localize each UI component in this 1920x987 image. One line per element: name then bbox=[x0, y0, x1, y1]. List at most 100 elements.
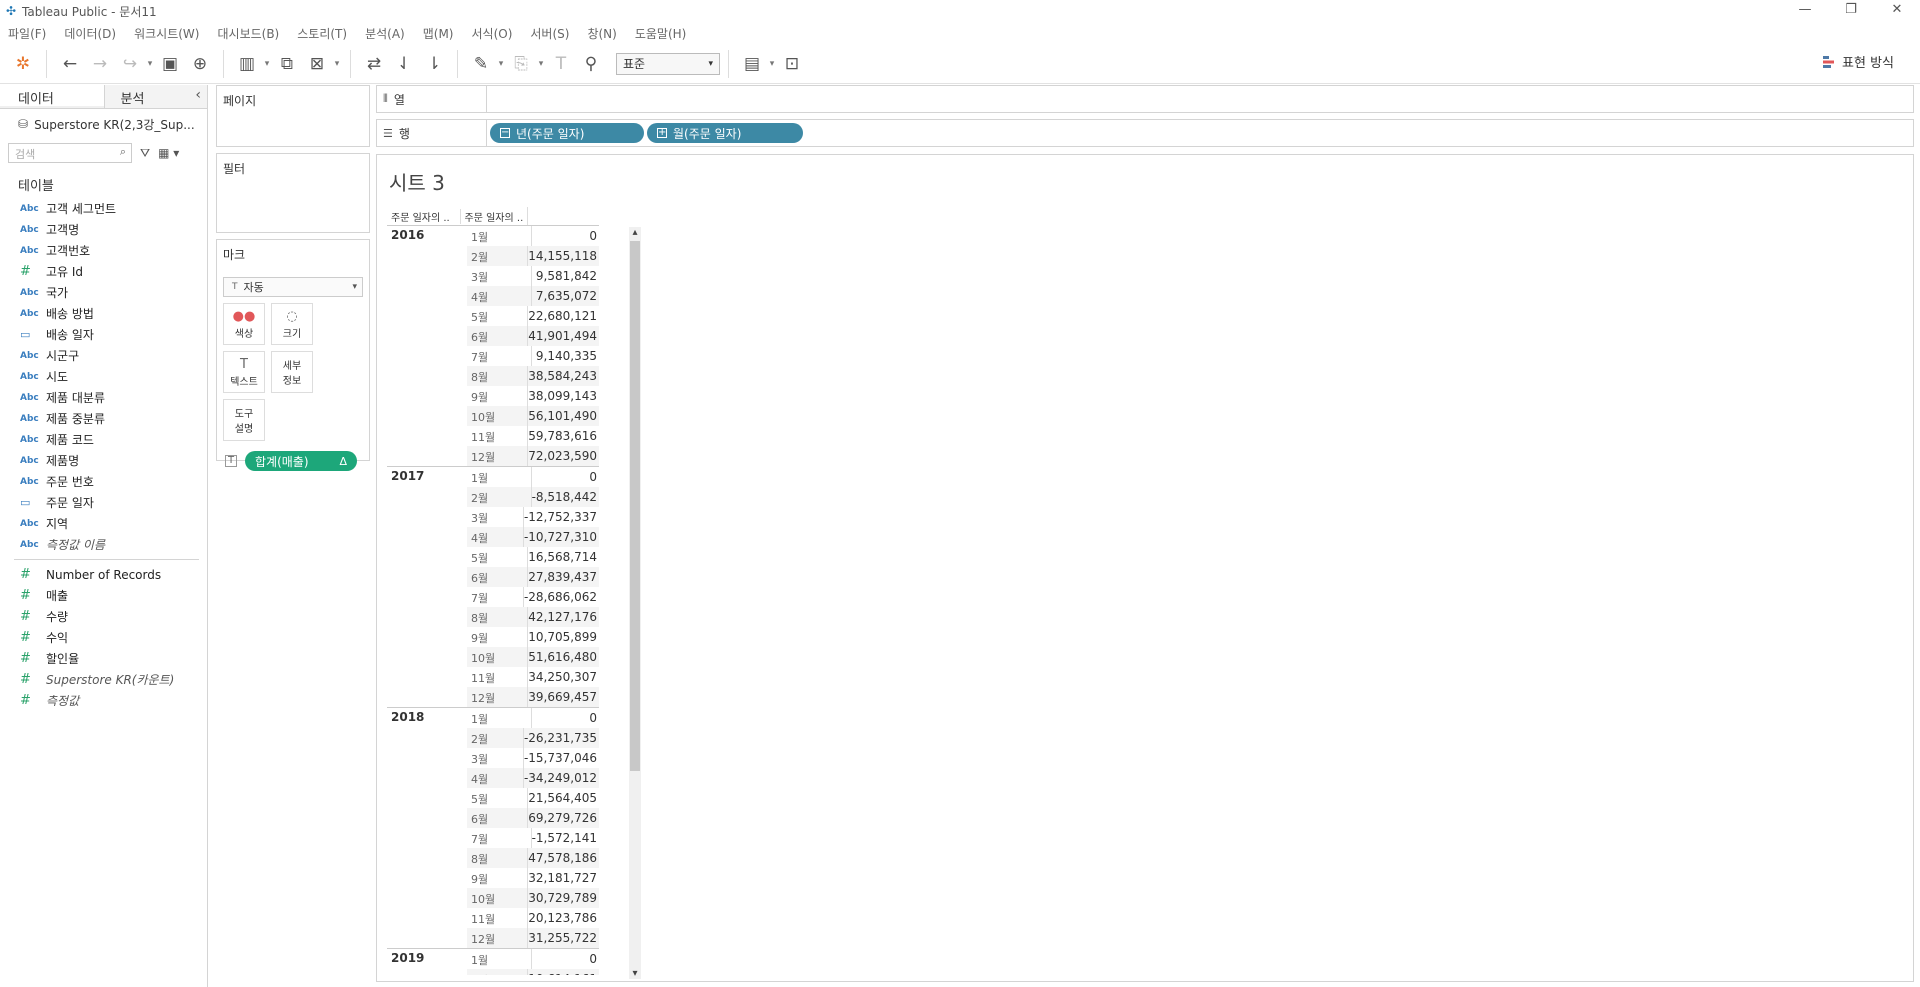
month-header[interactable]: 5월 bbox=[467, 547, 528, 567]
sales-diff-value[interactable]: 51,616,480 bbox=[527, 647, 599, 667]
table-row[interactable]: 10월 51,616,480 bbox=[467, 647, 599, 667]
table-row[interactable]: 5월 21,564,405 bbox=[467, 788, 599, 808]
table-row[interactable]: 12월 72,023,590 bbox=[467, 446, 599, 466]
month-header[interactable]: 2월 bbox=[467, 969, 528, 975]
table-row[interactable]: 5월 22,680,121 bbox=[467, 306, 599, 326]
sales-diff-value[interactable]: 32,181,727 bbox=[527, 868, 599, 888]
month-header[interactable]: 10월 bbox=[467, 406, 528, 426]
dimension-field[interactable]: Abc 고객번호 bbox=[0, 240, 207, 261]
table-row[interactable]: 3월 -12,752,337 bbox=[467, 507, 599, 527]
dimension-field[interactable]: Abc 국가 bbox=[0, 282, 207, 303]
highlight-icon[interactable]: ✎ bbox=[470, 50, 492, 78]
menu-server[interactable]: 서버(S) bbox=[530, 25, 569, 42]
year-column-header[interactable]: 주문 일자의 .. bbox=[387, 209, 460, 224]
table-row[interactable]: 2월 -8,518,442 bbox=[467, 487, 599, 507]
sales-diff-value[interactable]: 7,635,072 bbox=[530, 286, 599, 306]
tableau-start-icon[interactable]: ✲ bbox=[12, 50, 34, 78]
sales-diff-value[interactable]: 0 bbox=[530, 226, 599, 246]
mark-type-select[interactable]: T 자동 ▾ bbox=[223, 277, 363, 297]
month-header[interactable]: 11월 bbox=[467, 667, 528, 687]
swap-icon[interactable]: ⇄ bbox=[363, 50, 385, 78]
year-header[interactable]: 2017 bbox=[391, 469, 424, 483]
sales-diff-value[interactable]: 30,729,789 bbox=[527, 888, 599, 908]
table-row[interactable]: 7월 -1,572,141 bbox=[467, 828, 599, 848]
dimension-field[interactable]: Abc 배송 방법 bbox=[0, 303, 207, 324]
sales-diff-value[interactable]: 10,614,161 bbox=[527, 969, 599, 975]
sales-diff-value[interactable]: -26,231,735 bbox=[522, 728, 599, 748]
replay-dropdown-icon[interactable]: ▾ bbox=[146, 50, 154, 78]
month-header[interactable]: 2월 bbox=[467, 728, 523, 748]
sales-diff-value[interactable]: 10,705,899 bbox=[527, 627, 599, 647]
month-header[interactable]: 3월 bbox=[467, 266, 531, 286]
menu-window[interactable]: 창(N) bbox=[587, 25, 616, 42]
sales-diff-value[interactable]: -34,249,012 bbox=[522, 768, 599, 788]
table-row[interactable]: 9월 10,705,899 bbox=[467, 627, 599, 647]
sales-diff-value[interactable]: 0 bbox=[530, 708, 599, 728]
dimension-field[interactable]: Abc 제품명 bbox=[0, 450, 207, 471]
menu-help[interactable]: 도움말(H) bbox=[635, 25, 687, 42]
color-button[interactable]: ●● 색상 bbox=[223, 303, 265, 345]
group-dropdown-icon[interactable]: ▾ bbox=[537, 50, 545, 78]
sales-diff-value[interactable]: 59,783,616 bbox=[527, 426, 599, 446]
month-header[interactable]: 4월 bbox=[467, 527, 523, 547]
year-header[interactable]: 2018 bbox=[391, 710, 424, 724]
month-header[interactable]: 3월 bbox=[467, 507, 523, 527]
sales-diff-value[interactable]: 16,568,714 bbox=[527, 547, 599, 567]
month-header[interactable]: 1월 bbox=[467, 226, 531, 246]
month-header[interactable]: 9월 bbox=[467, 868, 528, 888]
new-worksheet-dropdown-icon[interactable]: ▾ bbox=[263, 50, 271, 78]
rows-shelf[interactable]: ☰ 행 − 년(주문 일자) + 월(주문 일자) bbox=[376, 119, 1914, 147]
labels-icon[interactable]: T bbox=[550, 50, 572, 78]
replay-icon[interactable]: ↪ bbox=[119, 50, 141, 78]
month-header[interactable]: 8월 bbox=[467, 366, 528, 386]
table-row[interactable]: 11월 20,123,786 bbox=[467, 908, 599, 928]
month-header[interactable]: 5월 bbox=[467, 306, 528, 326]
month-column-header[interactable]: 주문 일자의 .. bbox=[459, 208, 527, 224]
sales-diff-value[interactable]: -28,686,062 bbox=[522, 587, 599, 607]
datasource-item[interactable]: ⛁ Superstore KR(2,3강_Sup... bbox=[0, 109, 207, 139]
month-header[interactable]: 1월 bbox=[467, 708, 531, 728]
table-row[interactable]: 4월 -34,249,012 bbox=[467, 768, 599, 788]
scroll-up-icon[interactable]: ▴ bbox=[629, 227, 641, 238]
month-header[interactable]: 8월 bbox=[467, 607, 528, 627]
month-header[interactable]: 9월 bbox=[467, 386, 528, 406]
new-worksheet-icon[interactable]: ▥ bbox=[236, 50, 258, 78]
table-row[interactable]: 3월 9,581,842 bbox=[467, 266, 599, 286]
measure-field[interactable]: # Superstore KR(카운트) bbox=[0, 669, 207, 690]
close-button[interactable]: ✕ bbox=[1874, 0, 1920, 22]
size-button[interactable]: ◌ 크기 bbox=[271, 303, 313, 345]
measure-field[interactable]: # 수익 bbox=[0, 627, 207, 648]
month-header[interactable]: 9월 bbox=[467, 627, 528, 647]
table-row[interactable]: 7월 9,140,335 bbox=[467, 346, 599, 366]
menu-file[interactable]: 파일(F) bbox=[8, 25, 46, 42]
menu-story[interactable]: 스토리(T) bbox=[297, 25, 347, 42]
sales-diff-value[interactable]: 69,279,726 bbox=[527, 808, 599, 828]
table-row[interactable]: 12월 39,669,457 bbox=[467, 687, 599, 707]
table-row[interactable]: 4월 7,635,072 bbox=[467, 286, 599, 306]
year-header[interactable]: 2019 bbox=[391, 951, 424, 965]
table-row[interactable]: 10월 56,101,490 bbox=[467, 406, 599, 426]
menu-worksheet[interactable]: 워크시트(W) bbox=[134, 25, 199, 42]
table-row[interactable]: 2월 14,155,118 bbox=[467, 246, 599, 266]
table-row[interactable]: 3월 -15,737,046 bbox=[467, 748, 599, 768]
table-row[interactable]: 11월 59,783,616 bbox=[467, 426, 599, 446]
table-row[interactable]: 7월 -28,686,062 bbox=[467, 587, 599, 607]
sales-diff-value[interactable]: -15,737,046 bbox=[522, 748, 599, 768]
sales-diff-value[interactable]: 38,584,243 bbox=[527, 366, 599, 386]
save-icon[interactable]: ▣ bbox=[159, 50, 181, 78]
sales-diff-value[interactable]: 72,023,590 bbox=[527, 446, 599, 466]
sales-diff-value[interactable]: -8,518,442 bbox=[530, 487, 599, 507]
measure-field[interactable]: # 할인율 bbox=[0, 648, 207, 669]
tab-analytics[interactable]: 분석 bbox=[103, 85, 207, 108]
month-header[interactable]: 11월 bbox=[467, 426, 528, 446]
menu-data[interactable]: 데이터(D) bbox=[64, 25, 116, 42]
month-header[interactable]: 11월 bbox=[467, 908, 528, 928]
dimension-field[interactable]: Abc 제품 중분류 bbox=[0, 408, 207, 429]
month-header[interactable]: 1월 bbox=[467, 949, 531, 969]
sales-diff-value[interactable]: 31,255,722 bbox=[527, 928, 599, 948]
month-header[interactable]: 6월 bbox=[467, 567, 528, 587]
show-me-button[interactable]: 표현 방식 bbox=[1822, 52, 1894, 71]
month-header[interactable]: 8월 bbox=[467, 848, 528, 868]
month-header[interactable]: 12월 bbox=[467, 446, 528, 466]
tooltip-button[interactable]: 도구 설명 bbox=[223, 399, 265, 441]
